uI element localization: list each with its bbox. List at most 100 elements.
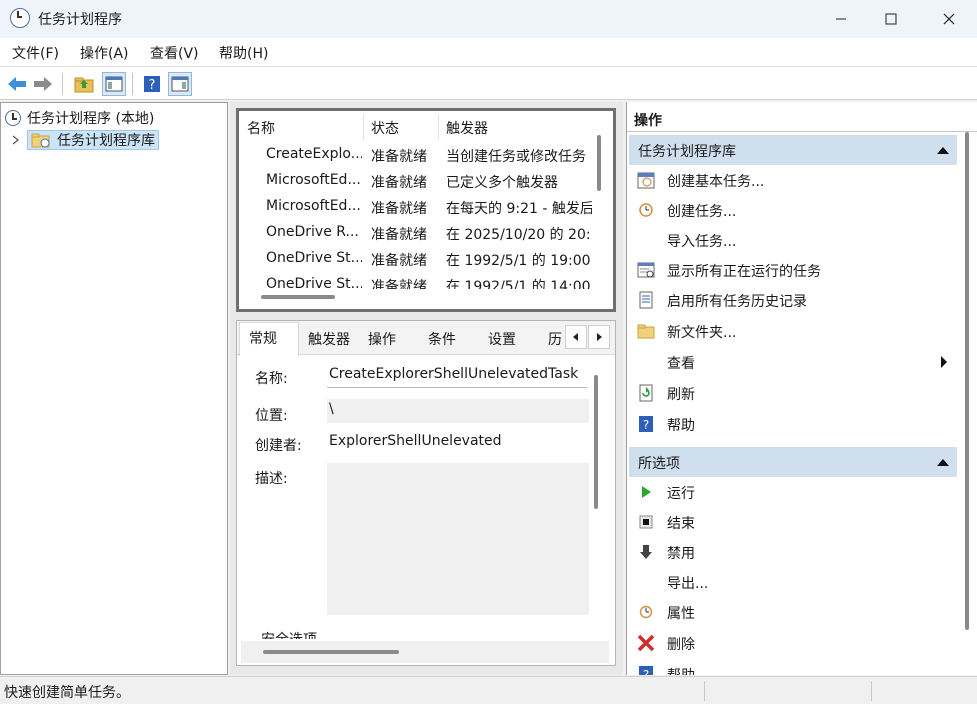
close-button[interactable] (922, 0, 976, 38)
action-end[interactable]: 结束 (633, 507, 953, 537)
delete-icon (637, 634, 655, 652)
task-scheduler-icon (5, 110, 21, 126)
menu-action[interactable]: 操作(A) (80, 43, 129, 63)
task-name: OneDrive St... (266, 250, 362, 266)
table-row[interactable]: MicrosoftEd... 准备就绪 在每天的 9:21 - 触发后 (239, 194, 595, 220)
action-label: 创建任务... (667, 204, 737, 220)
task-scheduler-icon (10, 8, 30, 28)
help-icon: ? (637, 665, 655, 675)
table-row[interactable]: OneDrive R... 准备就绪 在 2025/10/20 的 20: (239, 220, 595, 246)
action-import-task[interactable]: 导入任务... (633, 225, 953, 255)
description-field[interactable] (327, 463, 589, 615)
toolbar-separator (132, 73, 133, 95)
details-vertical-scrollbar[interactable] (594, 375, 598, 509)
horizontal-scrollbar[interactable] (261, 295, 335, 299)
tab-scroll-left-button[interactable] (565, 325, 587, 349)
action-view[interactable]: 查看 (633, 347, 953, 377)
action-new-folder[interactable]: 新文件夹... (633, 316, 953, 346)
collapse-icon (937, 147, 949, 154)
properties-clock-icon (637, 603, 655, 621)
forward-button[interactable] (31, 72, 55, 96)
calendar-clock-icon (637, 171, 655, 189)
action-help-selected[interactable]: ? 帮助 (633, 659, 953, 675)
action-label: 帮助 (667, 418, 695, 434)
task-trigger: 当创建任务或修改任务 (446, 149, 586, 165)
tree-item-library[interactable]: 任务计划程序库 (11, 129, 159, 151)
column-header-name[interactable]: 名称 (247, 118, 275, 138)
tab-conditions[interactable]: 条件 (428, 329, 456, 349)
minimize-icon (836, 18, 846, 20)
table-row[interactable]: OneDrive St... 准备就绪 在 1992/5/1 的 14:00 (239, 272, 595, 289)
actions-vertical-scrollbar[interactable] (965, 132, 969, 630)
folder-up-icon (74, 77, 94, 93)
tab-settings[interactable]: 设置 (488, 329, 516, 349)
up-folder-button[interactable] (72, 72, 96, 96)
action-export[interactable]: 导出... (633, 567, 953, 597)
tab-scroll-right-button[interactable] (588, 325, 610, 349)
action-delete[interactable]: 删除 (633, 628, 953, 658)
author-field[interactable]: ExplorerShellUnelevated (327, 431, 589, 455)
table-row[interactable]: CreateExplo... 准备就绪 当创建任务或修改任务 (239, 142, 595, 168)
action-enable-history[interactable]: 启用所有任务历史记录 (633, 285, 953, 315)
location-field[interactable]: \ (327, 399, 589, 423)
task-name: CreateExplo... (266, 146, 362, 162)
tab-history[interactable]: 历 (548, 329, 562, 349)
arrow-down-icon (637, 543, 655, 561)
chevron-right-icon[interactable] (11, 134, 21, 146)
maximize-button[interactable] (864, 0, 918, 38)
minimize-button[interactable] (814, 0, 868, 38)
action-refresh[interactable]: 刷新 (633, 378, 953, 408)
tab-triggers[interactable]: 触发器 (308, 329, 350, 349)
section-title-library: 任务计划程序库 (638, 144, 736, 160)
task-status: 准备就绪 (371, 149, 427, 165)
tree-item-root[interactable]: 任务计划程序 (本地) (5, 107, 154, 129)
security-options-label: 安全选项 (261, 629, 317, 639)
action-properties[interactable]: 属性 (633, 597, 953, 627)
column-divider (438, 114, 439, 140)
help-button[interactable]: ? (140, 72, 164, 96)
action-disable[interactable]: 禁用 (633, 537, 953, 567)
task-status: 准备就绪 (371, 279, 427, 289)
details-horizontal-scrollbar[interactable] (263, 650, 399, 654)
menu-file[interactable]: 文件(F) (12, 43, 59, 63)
refresh-icon (637, 384, 655, 402)
section-header-selected[interactable]: 所选项 (629, 447, 957, 477)
task-status: 准备就绪 (371, 201, 427, 217)
action-label: 新文件夹... (667, 325, 737, 341)
description-label: 描述: (255, 471, 288, 487)
running-tasks-icon (637, 261, 655, 279)
table-row[interactable]: MicrosoftEd... 准备就绪 已定义多个触发器 (239, 168, 595, 194)
name-field[interactable]: CreateExplorerShellUnelevatedTask (327, 364, 587, 388)
column-header-status[interactable]: 状态 (371, 118, 399, 138)
column-header-trigger[interactable]: 触发器 (446, 118, 488, 138)
toolbar: ? (0, 66, 977, 100)
action-create-basic-task[interactable]: 创建基本任务... (633, 165, 953, 195)
task-name: MicrosoftEd... (266, 198, 361, 214)
task-status: 准备就绪 (371, 253, 427, 269)
section-title-selected: 所选项 (638, 456, 680, 472)
history-log-icon (637, 291, 655, 309)
caret-right-icon (597, 333, 602, 341)
status-divider (704, 681, 705, 701)
action-show-running-tasks[interactable]: 显示所有正在运行的任务 (633, 255, 953, 285)
action-pane-icon (171, 76, 189, 92)
action-label: 导入任务... (667, 234, 737, 250)
action-help[interactable]: ? 帮助 (633, 409, 953, 439)
menu-help[interactable]: 帮助(H) (219, 43, 268, 63)
action-label: 刷新 (667, 387, 695, 403)
table-row[interactable]: OneDrive St... 准备就绪 在 1992/5/1 的 19:00 (239, 246, 595, 272)
show-hide-console-tree-button[interactable] (102, 72, 126, 96)
vertical-scrollbar[interactable] (597, 135, 601, 191)
action-label: 结束 (667, 516, 695, 532)
section-header-library[interactable]: 任务计划程序库 (629, 135, 957, 165)
task-list: 名称 状态 触发器 CreateExplo... 准备就绪 当创建任务或修改任务… (236, 108, 616, 312)
back-button[interactable] (5, 72, 29, 96)
actions-pane-title: 操作 (634, 113, 662, 129)
action-create-task[interactable]: 创建任务... (633, 195, 953, 225)
action-run[interactable]: 运行 (633, 477, 953, 507)
tab-general[interactable]: 常规 (249, 328, 277, 348)
tab-actions[interactable]: 操作 (368, 329, 396, 349)
menu-view[interactable]: 查看(V) (150, 43, 199, 63)
tree-item-library-label: 任务计划程序库 (57, 133, 155, 149)
show-hide-action-pane-button[interactable] (168, 72, 192, 96)
